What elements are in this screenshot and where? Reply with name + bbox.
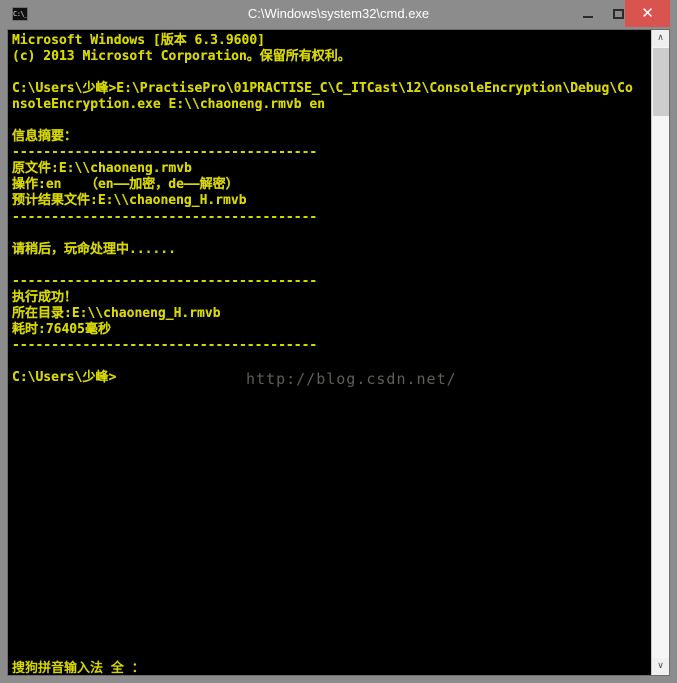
console-text: Microsoft Windows [版本 6.3.9600] (c) 2013… [12, 33, 633, 385]
watermark-text: http://blog.csdn.net/ [246, 370, 457, 388]
title-bar[interactable]: C:\_ C:\Windows\system32\cmd.exe ✕ [0, 0, 677, 28]
minimize-icon [583, 15, 593, 18]
ime-status-text: 搜狗拼音输入法 全 ： [12, 661, 145, 675]
scroll-up-icon[interactable]: ∧ [652, 30, 669, 47]
window-frame-right [669, 28, 677, 675]
scroll-down-icon[interactable]: ∨ [652, 658, 669, 675]
close-icon: ✕ [641, 5, 654, 22]
window-frame-bottom [0, 675, 677, 683]
vertical-scrollbar[interactable]: ∧ ∨ [651, 30, 669, 675]
console-output-area[interactable]: Microsoft Windows [版本 6.3.9600] (c) 2013… [8, 30, 651, 675]
close-button[interactable]: ✕ [625, 0, 670, 27]
scrollbar-track[interactable] [652, 47, 669, 658]
window-frame-left [0, 28, 8, 675]
scrollbar-thumb[interactable] [653, 48, 669, 116]
cmd-window: C:\_ C:\Windows\system32\cmd.exe ✕ Micro… [0, 0, 677, 683]
maximize-icon [612, 8, 624, 19]
minimize-button[interactable] [573, 0, 603, 27]
cmd-app-icon[interactable]: C:\_ [12, 7, 28, 21]
